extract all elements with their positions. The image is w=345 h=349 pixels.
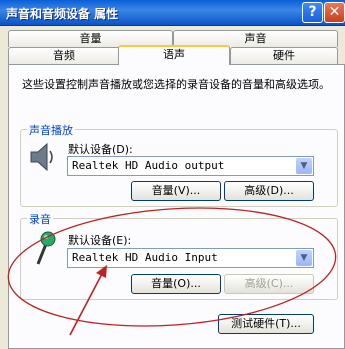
tab-hardware[interactable]: 硬件 [230,47,338,64]
tab-audio[interactable]: 音频 [8,47,120,64]
close-button[interactable]: ✕ [324,2,345,23]
recording-group-label: 录音 [27,211,53,227]
playback-device-select[interactable]: Realtek HD Audio output ▼ [67,156,314,176]
playback-device-value: Realtek HD Audio output [72,159,225,172]
recording-advanced-button[interactable]: 高级(C)... [224,274,314,294]
playback-group-label: 声音播放 [27,122,75,138]
speaker-icon [28,141,56,176]
tab-voice[interactable]: 语声 [118,45,230,65]
title-bar: 声音和音频设备 属性 ? ✕ [0,0,345,26]
chevron-down-icon[interactable]: ▼ [296,158,312,174]
playback-advanced-button[interactable]: 高级(D)... [224,181,314,201]
recording-device-value: Realtek HD Audio Input [72,251,218,264]
description-text: 这些设置控制声音播放或您选择的录音设备的音量和高级选项。 [22,78,330,91]
chevron-down-icon[interactable]: ▼ [296,250,312,266]
playback-volume-button[interactable]: 音量(V)... [131,181,221,201]
recording-volume-button[interactable]: 音量(O)... [131,274,221,294]
test-hardware-button[interactable]: 测试硬件(T)... [218,314,314,334]
playback-device-label: 默认设备(D): [68,143,133,156]
window-title: 声音和音频设备 属性 [6,7,119,21]
recording-device-label: 默认设备(E): [68,234,132,247]
help-button[interactable]: ? [302,2,323,23]
recording-device-select[interactable]: Realtek HD Audio Input ▼ [67,248,314,268]
microphone-icon [28,230,60,269]
